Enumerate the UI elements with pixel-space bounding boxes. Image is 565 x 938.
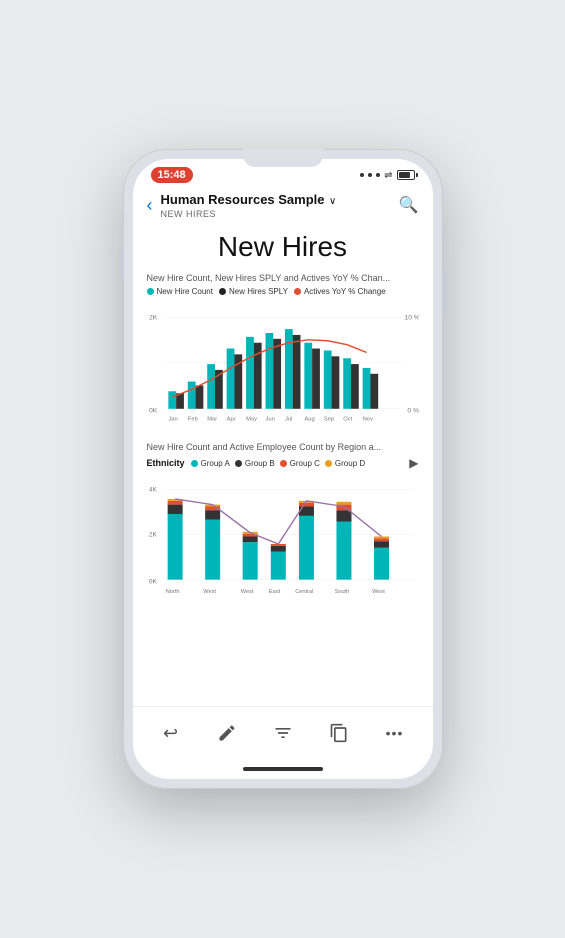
wifi-icon: ⇌ (384, 170, 392, 181)
nav-subtitle: NEW HIRES (161, 209, 399, 219)
status-icons: ⇌ (360, 170, 414, 181)
notch (243, 149, 323, 167)
legend-dot-group-b (235, 460, 242, 467)
legend-label-actives-yoy: Actives YoY % Change (304, 287, 386, 296)
svg-text:0K: 0K (148, 578, 157, 585)
svg-text:Oct: Oct (343, 416, 352, 422)
signal-dot3 (376, 173, 380, 177)
battery-icon (397, 170, 415, 180)
copy-icon (329, 723, 349, 743)
svg-text:10 %: 10 % (404, 314, 419, 321)
legend-item-sply: New Hires SPLY (219, 287, 288, 296)
svg-text:West: West (372, 589, 385, 595)
legend-dot-group-a (191, 460, 198, 467)
nav-bar: ‹ Human Resources Sample ∨ NEW HIRES 🔍 (133, 187, 433, 225)
legend-label-group-b: Group B (245, 459, 275, 468)
svg-text:2K: 2K (148, 531, 157, 538)
svg-text:4K: 4K (148, 486, 157, 493)
status-time: 15:48 (151, 167, 193, 183)
home-bar (243, 767, 323, 771)
svg-text:North: North (165, 589, 179, 595)
legend-dot-teal (147, 288, 154, 295)
svg-text:Nov: Nov (362, 416, 372, 422)
nav-dropdown-icon[interactable]: ∨ (329, 196, 336, 207)
svg-text:Aug: Aug (304, 416, 314, 422)
svg-text:Jul: Jul (284, 416, 291, 422)
legend-dot-dark (219, 288, 226, 295)
legend-label-group-c: Group C (290, 459, 320, 468)
svg-text:West: West (240, 589, 253, 595)
chart2-legend: Group A Group B Group C Group D (191, 459, 410, 468)
legend-dot-red (294, 288, 301, 295)
svg-text:0K: 0K (148, 408, 157, 415)
toolbar: ↩ ••• (133, 706, 433, 759)
svg-text:Jan: Jan (168, 416, 177, 422)
chart1-svg: 2K 0K 10 % 0 % (147, 302, 419, 432)
svg-text:Apr: Apr (226, 416, 235, 422)
page-title: New Hires (133, 225, 433, 273)
chart2-container: 4K 2K 0K (147, 474, 419, 614)
legend-label-sply: New Hires SPLY (229, 287, 288, 296)
legend-dot-group-c (280, 460, 287, 467)
legend-item-actives-yoy: Actives YoY % Change (294, 287, 386, 296)
legend-dot-group-d (325, 460, 332, 467)
chart1-title: New Hire Count, New Hires SPLY and Activ… (147, 273, 419, 283)
svg-text:Jun: Jun (265, 416, 274, 422)
home-indicator (133, 759, 433, 779)
search-icon[interactable]: 🔍 (399, 195, 419, 215)
legend-label-new-hire-count: New Hire Count (157, 287, 213, 296)
pen-button[interactable] (209, 715, 245, 751)
chart1-section: New Hire Count, New Hires SPLY and Activ… (147, 273, 419, 432)
svg-text:0 %: 0 % (407, 408, 419, 415)
undo-button[interactable]: ↩ (153, 715, 189, 751)
chart2-section: New Hire Count and Active Employee Count… (147, 442, 419, 614)
more-icon: ••• (386, 725, 404, 741)
svg-text:Mar: Mar (207, 416, 217, 422)
svg-text:West: West (203, 589, 216, 595)
back-button[interactable]: ‹ (147, 195, 153, 216)
copy-button[interactable] (321, 715, 357, 751)
svg-text:Central: Central (295, 589, 313, 595)
svg-text:Feb: Feb (187, 416, 197, 422)
legend-item-group-d: Group D (325, 459, 365, 468)
svg-text:South: South (334, 589, 349, 595)
legend-item-new-hire-count: New Hire Count (147, 287, 213, 296)
filter-button[interactable] (265, 715, 301, 751)
svg-text:East: East (268, 589, 280, 595)
phone-screen: 15:48 ⇌ ‹ Human Resources Sample ∨ NEW H… (133, 159, 433, 779)
nav-title: Human Resources Sample (161, 192, 325, 207)
legend-item-group-a: Group A (191, 459, 230, 468)
legend-label-group-d: Group D (335, 459, 365, 468)
svg-text:Sep: Sep (323, 416, 333, 422)
content-area: New Hire Count, New Hires SPLY and Activ… (133, 273, 433, 706)
pen-icon (217, 723, 237, 743)
legend-item-group-b: Group B (235, 459, 275, 468)
signal-dot1 (360, 173, 364, 177)
legend-label-group-a: Group A (201, 459, 230, 468)
svg-text:2K: 2K (148, 314, 157, 321)
legend-item-group-c: Group C (280, 459, 320, 468)
signal-dot2 (368, 173, 372, 177)
scroll-right-arrow[interactable]: ▶ (409, 456, 418, 470)
nav-title-block: Human Resources Sample ∨ NEW HIRES (161, 191, 399, 219)
filter-icon (273, 723, 293, 743)
chart2-svg: 4K 2K 0K (147, 474, 419, 614)
chart2-title: New Hire Count and Active Employee Count… (147, 442, 419, 452)
chart1-legend: New Hire Count New Hires SPLY Actives Yo… (147, 287, 419, 296)
nav-title-row: Human Resources Sample ∨ (161, 191, 399, 209)
chart1-container: 2K 0K 10 % 0 % (147, 302, 419, 432)
undo-icon: ↩ (163, 723, 178, 744)
chart2-header: Ethnicity Group A Group B Group C (147, 456, 419, 470)
more-button[interactable]: ••• (377, 715, 413, 751)
svg-text:May: May (246, 416, 257, 422)
ethnicity-label: Ethnicity (147, 458, 185, 468)
phone-frame: 15:48 ⇌ ‹ Human Resources Sample ∨ NEW H… (123, 149, 443, 789)
